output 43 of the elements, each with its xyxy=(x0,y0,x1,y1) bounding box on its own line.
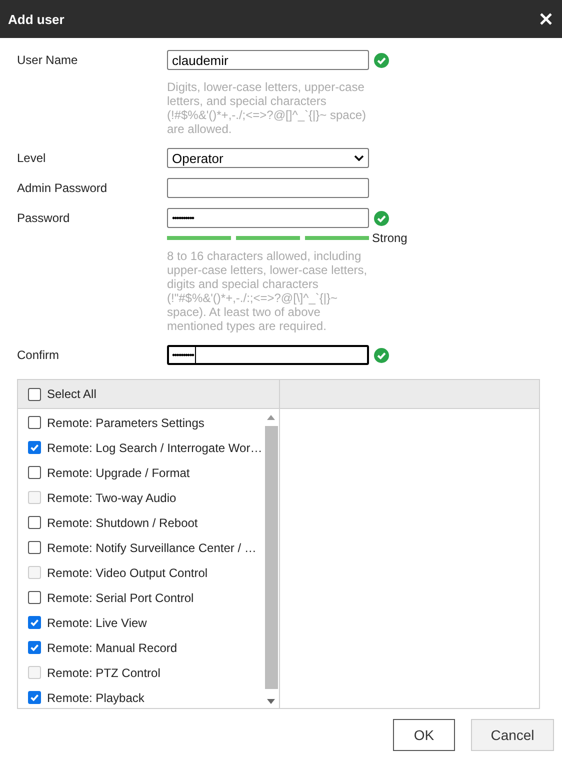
field-label: Level xyxy=(17,151,47,165)
permission-label: Remote: Live View xyxy=(47,616,147,630)
permission-label: Remote: Notify Surveillance Center / … xyxy=(47,540,256,554)
field-label: Confirm xyxy=(17,348,60,362)
permission-label: Remote: Video Output Control xyxy=(47,566,208,580)
permission-label: Remote: Log Search / Interrogate Wor… xyxy=(47,440,262,454)
ok-button[interactable]: OK xyxy=(393,719,455,751)
permission-label: Remote: Two-way Audio xyxy=(47,490,176,504)
checkbox-label: Select All xyxy=(47,387,96,401)
cancel-button[interactable]: Cancel xyxy=(471,719,554,751)
permission-label: Remote: Playback xyxy=(47,690,144,704)
password-field[interactable] xyxy=(167,178,369,198)
strength-label: Strong xyxy=(372,231,408,245)
password-field[interactable]: •••••••••• xyxy=(167,208,369,228)
checkbox[interactable] xyxy=(28,466,41,479)
chevron-icon xyxy=(354,155,364,161)
checkbox[interactable] xyxy=(28,388,41,400)
checkbox[interactable] xyxy=(28,516,41,529)
input-field[interactable]: claudemir xyxy=(167,50,369,70)
scroll-up-icon[interactable] xyxy=(267,415,275,420)
permission-label: Remote: Serial Port Control xyxy=(47,590,194,604)
permission-label: Remote: Upgrade / Format xyxy=(47,466,190,480)
hint-text: Digits, lower-case letters, upper-case letters, and special characters (!#$%&'()*+,-./;<=>?@[]^_`{|}~ space) are allowed. xyxy=(167,80,367,136)
checkbox[interactable] xyxy=(28,541,41,554)
permission-label: Remote: Manual Record xyxy=(47,640,178,654)
field-label: User Name xyxy=(17,53,79,67)
checkbox[interactable] xyxy=(28,441,41,454)
field-label: Admin Password xyxy=(17,181,108,195)
permission-label: Remote: Shutdown / Reboot xyxy=(47,516,198,530)
permission-label: Remote: PTZ Control xyxy=(47,666,160,680)
checkbox[interactable] xyxy=(28,591,41,604)
level-dropdown[interactable]: Operator xyxy=(167,148,369,168)
scroll-down-icon[interactable] xyxy=(267,699,275,704)
password-field[interactable]: •••••••••• xyxy=(167,345,369,365)
checkbox[interactable] xyxy=(28,641,41,654)
checkbox[interactable] xyxy=(28,691,41,704)
checkbox[interactable] xyxy=(28,416,41,429)
permission-label: Remote: Parameters Settings xyxy=(47,416,204,430)
close-icon[interactable] xyxy=(540,13,552,25)
hint-text: 8 to 16 characters allowed, including upper-case letters, lower-case letters, digits and special characters (!"#$%&'()*+,-./:;<=>?@[\]^_`{|}~ space). At least two of above mentioned types are required. xyxy=(167,249,368,333)
window-title: Add user xyxy=(8,12,64,26)
checkbox[interactable] xyxy=(28,616,41,629)
field-label: Password xyxy=(17,211,71,225)
